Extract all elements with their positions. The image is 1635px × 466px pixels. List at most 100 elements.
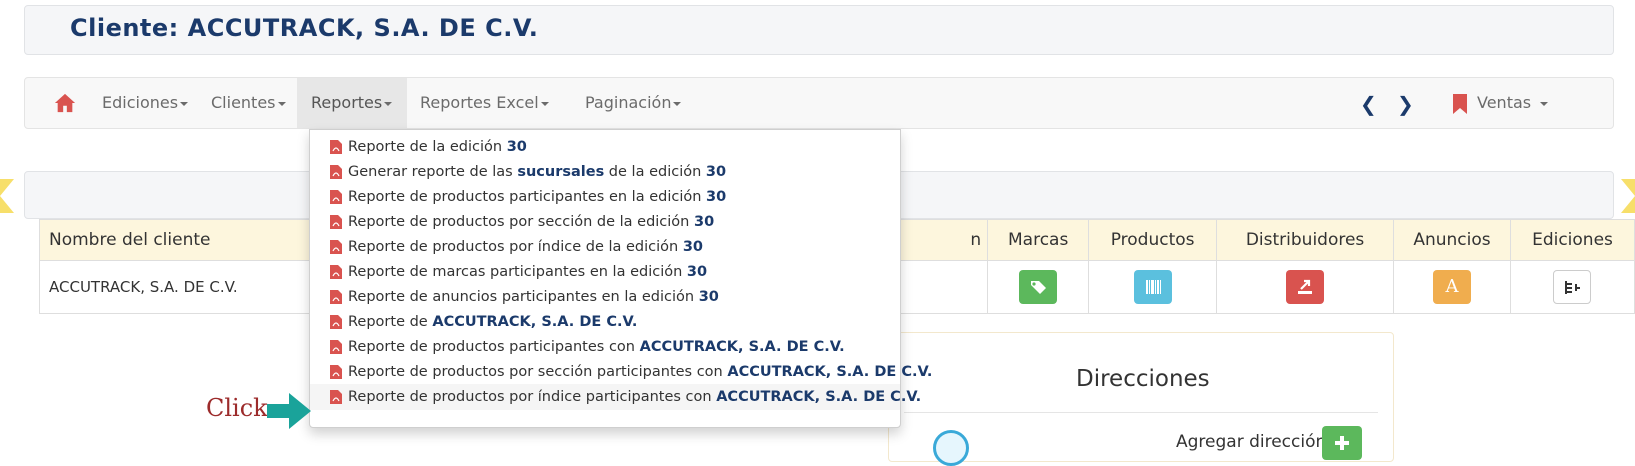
cell-marcas bbox=[987, 260, 1090, 314]
divider bbox=[904, 412, 1378, 413]
nav-ventas-label: Ventas bbox=[1477, 93, 1532, 112]
chevron-down-icon bbox=[540, 101, 549, 106]
dropdown-item[interactable]: Reporte de productos por índice de la ed… bbox=[310, 234, 900, 260]
col-distribuidores: Distribuidores bbox=[1216, 219, 1395, 261]
pdf-file-icon bbox=[330, 365, 342, 379]
col-nombre-label: Nombre del cliente bbox=[49, 230, 211, 250]
dropdown-item[interactable]: Reporte de productos participantes con A… bbox=[310, 334, 900, 360]
dropdown-item-highlight: sucursales bbox=[517, 164, 605, 180]
nav-paginacion[interactable]: Paginación bbox=[571, 78, 695, 128]
add-address-button[interactable] bbox=[1322, 426, 1362, 460]
tree-icon bbox=[1565, 281, 1581, 294]
ediciones-button[interactable] bbox=[1553, 270, 1592, 304]
dropdown-item[interactable]: Reporte de productos por sección partici… bbox=[310, 359, 932, 385]
chevron-left-icon[interactable]: ❮ bbox=[1360, 92, 1377, 116]
dropdown-item-text-suffix: de la edición bbox=[604, 164, 706, 180]
cell-anuncios: A bbox=[1393, 260, 1511, 314]
dropdown-item-highlight: ACCUTRACK, S.A. DE C.V. bbox=[727, 364, 933, 380]
col-marcas-label: Marcas bbox=[1008, 230, 1069, 250]
pdf-file-icon bbox=[330, 340, 342, 354]
anuncios-button[interactable]: A bbox=[1433, 270, 1471, 304]
pdf-file-icon bbox=[330, 215, 342, 229]
col-distribuidores-label: Distribuidores bbox=[1245, 230, 1365, 250]
dropdown-item-text: Reporte de la edición bbox=[348, 139, 507, 155]
cell-distribuidores bbox=[1216, 260, 1395, 314]
bookmark-icon bbox=[1453, 93, 1467, 114]
main-navbar: Ediciones Clientes Reportes Reportes Exc… bbox=[24, 77, 1614, 129]
cell-productos bbox=[1088, 260, 1218, 314]
arrow-right-icon bbox=[267, 393, 311, 429]
col-anuncios: Anuncios bbox=[1393, 219, 1511, 261]
pdf-file-icon bbox=[330, 315, 342, 329]
dropdown-item-text: Reporte de productos por índice de la ed… bbox=[348, 239, 683, 255]
pdf-file-icon bbox=[330, 190, 342, 204]
nav-reportes-label: Reportes bbox=[311, 93, 383, 112]
chevron-down-icon bbox=[277, 101, 286, 106]
home-icon[interactable] bbox=[54, 92, 76, 114]
dropdown-item-text: Reporte de productos participantes en la… bbox=[348, 189, 707, 205]
pdf-file-icon bbox=[330, 290, 342, 304]
chevron-down-icon bbox=[1540, 101, 1549, 106]
barcode-icon bbox=[1145, 280, 1161, 294]
nav-clientes[interactable]: Clientes bbox=[197, 78, 300, 128]
dropdown-item-text: Reporte de marcas participantes en la ed… bbox=[348, 264, 687, 280]
dropdown-item[interactable]: Reporte de marcas participantes en la ed… bbox=[310, 259, 900, 285]
col-ediciones-label: Ediciones bbox=[1532, 230, 1613, 250]
dropdown-item[interactable]: Reporte de la edición 30 bbox=[310, 134, 900, 160]
dropdown-item-highlight: 30 bbox=[705, 164, 727, 180]
nav-ediciones[interactable]: Ediciones bbox=[88, 78, 202, 128]
col-anuncios-label: Anuncios bbox=[1413, 230, 1491, 250]
page-title: Cliente: ACCUTRACK, S.A. DE C.V. bbox=[70, 14, 539, 42]
dropdown-item-highlight: 30 bbox=[706, 189, 727, 205]
click-annotation: Click bbox=[206, 394, 268, 422]
dropdown-item[interactable]: Reporte de productos por índice particip… bbox=[310, 384, 921, 410]
dropdown-item-text: Reporte de productos por sección de la e… bbox=[348, 214, 694, 230]
pdf-file-icon bbox=[330, 390, 342, 404]
dropdown-item[interactable]: Reporte de productos por sección de la e… bbox=[310, 209, 900, 235]
tag-icon bbox=[1031, 281, 1047, 294]
col-marcas: Marcas bbox=[987, 219, 1090, 261]
dropdown-item-highlight: 30 bbox=[682, 239, 704, 255]
chevron-down-icon bbox=[384, 101, 393, 106]
nav-reportes[interactable]: Reportes bbox=[297, 78, 407, 128]
font-icon: A bbox=[1445, 276, 1459, 297]
export-icon bbox=[1298, 279, 1313, 294]
col-productos-label: Productos bbox=[1110, 230, 1195, 250]
dropdown-item-text: Reporte de bbox=[348, 314, 433, 330]
nav-clientes-label: Clientes bbox=[211, 93, 276, 112]
dropdown-item-highlight: ACCUTRACK, S.A. DE C.V. bbox=[716, 389, 922, 405]
dropdown-item-text: Reporte de productos por sección partici… bbox=[348, 364, 728, 380]
pdf-file-icon bbox=[330, 265, 342, 279]
nav-ventas[interactable]: Ventas bbox=[1453, 78, 1549, 128]
globe-icon bbox=[933, 430, 969, 466]
dropdown-item-highlight: 30 bbox=[693, 214, 715, 230]
col-hidden-label: n bbox=[970, 230, 982, 250]
dropdown-item-highlight: 30 bbox=[698, 289, 719, 305]
direcciones-title: Direcciones bbox=[1076, 366, 1210, 392]
dropdown-item-highlight: 30 bbox=[686, 264, 708, 280]
dropdown-item[interactable]: Reporte de anuncios participantes en la … bbox=[310, 284, 900, 310]
nav-ediciones-label: Ediciones bbox=[102, 93, 179, 112]
col-ediciones: Ediciones bbox=[1509, 219, 1635, 261]
chevron-down-icon bbox=[180, 101, 189, 106]
ribbon-left bbox=[0, 179, 14, 213]
add-address-label: Agregar dirección bbox=[1176, 432, 1327, 452]
nav-reportes-excel-label: Reportes Excel bbox=[420, 93, 539, 112]
dropdown-item-highlight: 30 bbox=[506, 139, 527, 155]
chevron-right-icon[interactable]: ❯ bbox=[1397, 92, 1414, 116]
dropdown-item-text: Generar reporte de las bbox=[348, 164, 518, 180]
dropdown-item-highlight: ACCUTRACK, S.A. DE C.V. bbox=[432, 314, 638, 330]
marcas-button[interactable] bbox=[1019, 270, 1058, 304]
nav-paginacion-label: Paginación bbox=[585, 93, 672, 112]
dropdown-item-text: Reporte de productos participantes con bbox=[348, 339, 640, 355]
col-productos: Productos bbox=[1088, 219, 1218, 261]
distribuidores-button[interactable] bbox=[1286, 270, 1325, 304]
dropdown-item[interactable]: Reporte de ACCUTRACK, S.A. DE C.V. bbox=[310, 309, 900, 335]
nav-reportes-excel[interactable]: Reportes Excel bbox=[406, 78, 563, 128]
plus-icon bbox=[1335, 436, 1349, 450]
ribbon-right bbox=[1621, 179, 1635, 213]
dropdown-item[interactable]: Reporte de productos participantes en la… bbox=[310, 184, 900, 210]
productos-button[interactable] bbox=[1133, 270, 1172, 304]
chevron-down-icon bbox=[673, 101, 682, 106]
dropdown-item[interactable]: Generar reporte de las sucursales de la … bbox=[310, 159, 900, 185]
